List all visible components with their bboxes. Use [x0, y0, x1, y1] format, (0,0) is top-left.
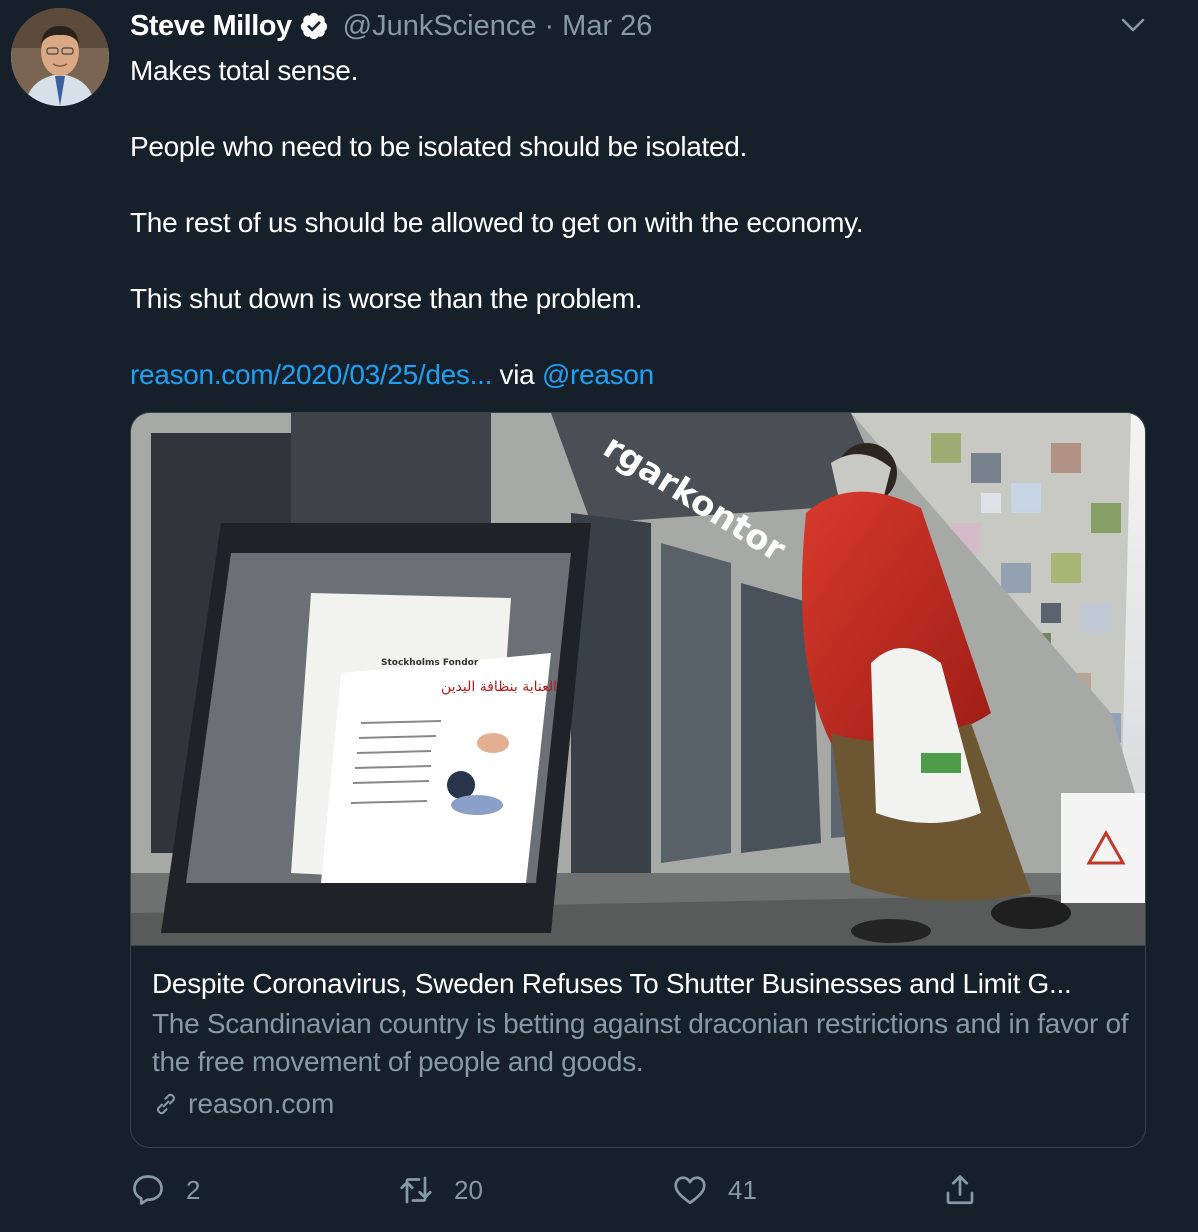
like-count: 41 — [728, 1174, 757, 1205]
like-icon — [674, 1176, 706, 1205]
chevron-down-icon[interactable] — [1118, 10, 1148, 40]
retweet-count: 20 — [454, 1174, 483, 1205]
tweet-date[interactable]: Mar 26 — [562, 10, 652, 43]
poster-title: Stockholms Fondor — [381, 658, 479, 668]
tweet-actions: 2 20 41 — [130, 1170, 1030, 1210]
mention-link[interactable]: @reason — [542, 359, 654, 390]
reply-button[interactable]: 2 — [130, 1170, 200, 1210]
card-domain: reason.com — [188, 1088, 335, 1119]
share-button[interactable] — [942, 1170, 998, 1210]
retweet-icon — [400, 1176, 432, 1204]
poster-arabic-title: العناية بنظافة اليدين — [441, 679, 557, 695]
reply-icon — [133, 1175, 163, 1205]
card-image[interactable]: rgarkontor Stockholms Fondor العناية بنظ… — [131, 413, 1145, 946]
card-text[interactable]: Despite Coronavirus, Sweden Refuses To S… — [152, 965, 1132, 1123]
like-button[interactable]: 41 — [672, 1170, 757, 1210]
verified-icon — [300, 12, 327, 40]
tweet-line: Makes total sense. — [130, 55, 359, 86]
card-title: Despite Coronavirus, Sweden Refuses To S… — [152, 968, 1072, 999]
author-handle[interactable]: @JunkScience — [343, 10, 537, 43]
article-link[interactable]: reason.com/2020/03/25/des... — [130, 359, 492, 390]
tweet-link-line: reason.com/2020/03/25/des... via @reason — [130, 356, 1150, 394]
retweet-button[interactable]: 20 — [398, 1170, 483, 1210]
tweet-line: The rest of us should be allowed to get … — [130, 207, 864, 238]
reply-count: 2 — [186, 1174, 201, 1205]
card-description: The Scandinavian country is betting agai… — [152, 1008, 1129, 1077]
avatar[interactable] — [11, 8, 109, 106]
tweet-header: Steve Milloy @JunkScience · Mar 26 — [130, 6, 652, 46]
tweet[interactable]: Steve Milloy @JunkScience · Mar 26 Makes… — [0, 0, 1198, 1232]
separator-dot: · — [544, 9, 555, 42]
tweet-line: People who need to be isolated should be… — [130, 131, 748, 162]
via-text: via — [492, 359, 542, 390]
author-name[interactable]: Steve Milloy — [130, 10, 292, 43]
link-icon — [157, 1093, 175, 1115]
share-icon — [946, 1175, 974, 1205]
link-card[interactable]: rgarkontor Stockholms Fondor العناية بنظ… — [130, 412, 1146, 1148]
card-domain-row: reason.com — [152, 1085, 1132, 1123]
tweet-text: Makes total sense. People who need to be… — [130, 52, 1150, 394]
tweet-line: This shut down is worse than the problem… — [130, 283, 643, 314]
